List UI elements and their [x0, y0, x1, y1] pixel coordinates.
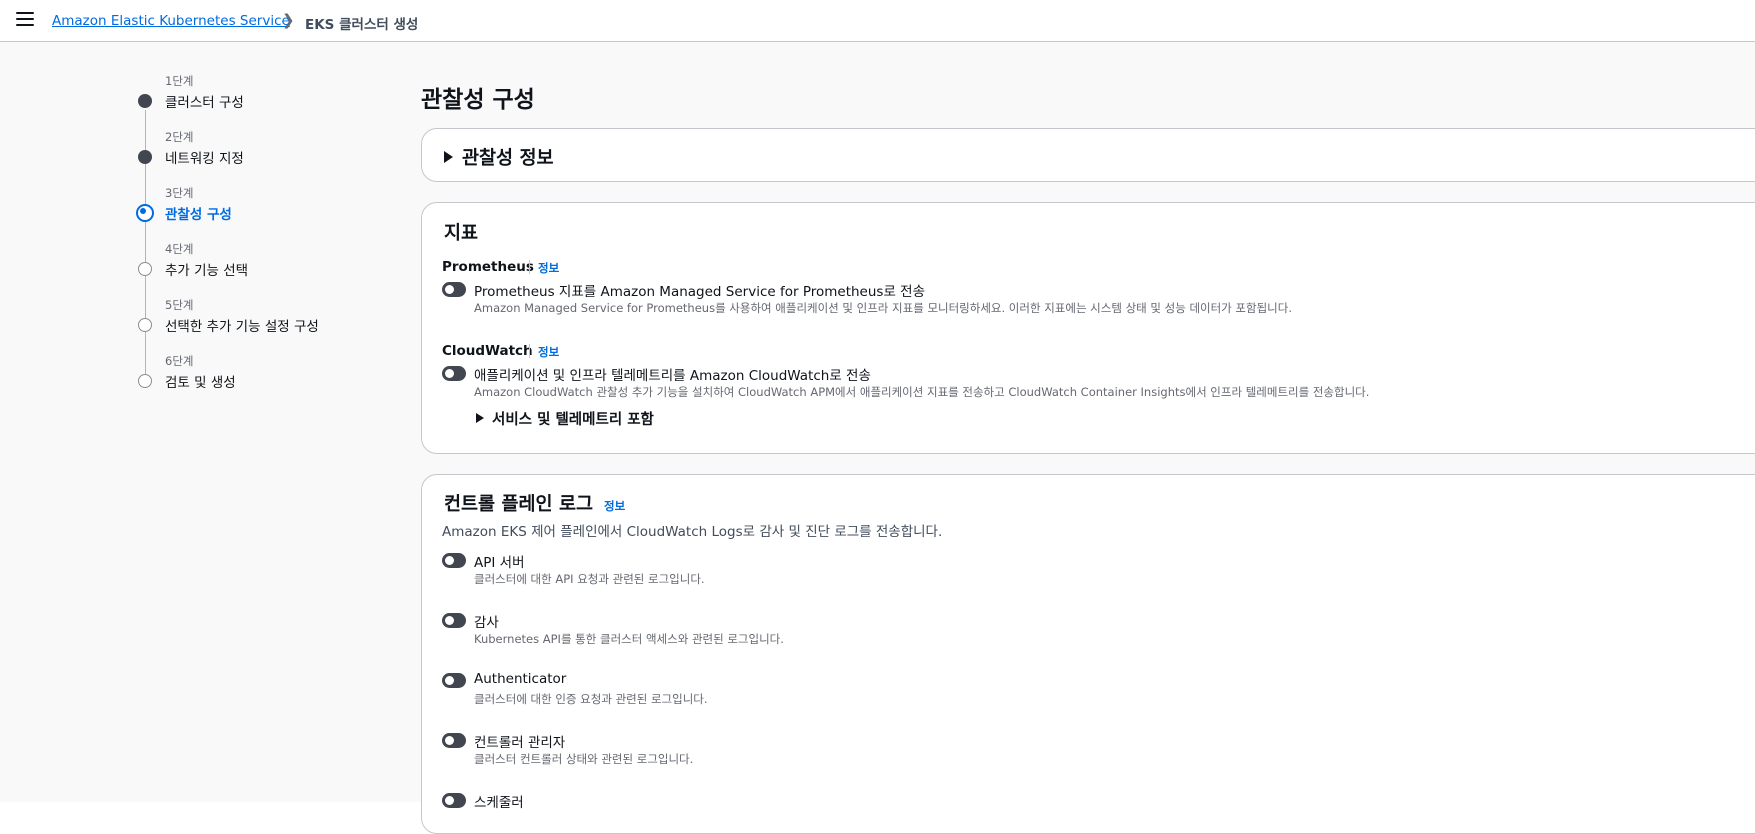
api-server-log-description: 클러스터에 대한 API 요청과 관련된 로그입니다.	[474, 572, 705, 586]
top-navigation-bar: Amazon Elastic Kubernetes Service ❯ EKS …	[0, 0, 1755, 42]
services-telemetry-expander[interactable]: 서비스 및 텔레메트리 포함	[476, 408, 654, 429]
chevron-right-icon: ❯	[282, 11, 295, 29]
scheduler-log-label[interactable]: 스케줄러	[474, 791, 524, 811]
control-plane-logs-title: 컨트롤 플레인 로그	[444, 494, 594, 515]
prometheus-label: Prometheus	[442, 259, 534, 275]
audit-log-label[interactable]: 감사	[474, 611, 499, 631]
controller-manager-log-toggle[interactable]	[442, 733, 466, 748]
step-number: 4단계	[165, 242, 194, 256]
cloudwatch-info-link[interactable]: 정보	[538, 344, 559, 360]
cloudwatch-label: CloudWatch	[442, 343, 533, 359]
breadcrumb-service-link[interactable]: Amazon Elastic Kubernetes Service	[52, 13, 290, 29]
step-number: 5단계	[165, 298, 194, 312]
metrics-panel: 지표 Prometheus 정보 Prometheus 지표를 Amazon M…	[421, 202, 1755, 454]
audit-log-toggle[interactable]	[442, 613, 466, 628]
caret-right-icon	[444, 151, 453, 163]
controller-manager-log-description: 클러스터 컨트롤러 상태와 관련된 로그입니다.	[474, 752, 694, 766]
metrics-title: 지표	[444, 223, 479, 244]
scheduler-log-toggle[interactable]	[442, 793, 466, 808]
observability-info-panel: 관찰성 정보	[421, 128, 1755, 182]
step-pending-icon	[138, 374, 152, 388]
audit-log-description: Kubernetes API를 통한 클러스터 액세스와 관련된 로그입니다.	[474, 632, 784, 646]
step-number: 1단계	[165, 74, 194, 88]
caret-right-icon	[476, 413, 484, 423]
step-number: 2단계	[165, 130, 194, 144]
menu-icon[interactable]	[16, 12, 34, 28]
page-title: 관찰성 구성	[421, 87, 535, 113]
authenticator-log-toggle[interactable]	[442, 673, 466, 688]
expander-title: 관찰성 정보	[462, 148, 554, 169]
cloudwatch-toggle-description: Amazon CloudWatch 관찰성 추가 기능을 설치하여 CloudW…	[474, 385, 1370, 399]
step-label: 검토 및 생성	[165, 375, 236, 391]
step-label: 추가 기능 선택	[165, 263, 249, 279]
divider	[529, 260, 530, 274]
step-label: 선택한 추가 기능 설정 구성	[165, 319, 319, 335]
observability-info-expander[interactable]: 관찰성 정보	[444, 144, 554, 170]
prometheus-toggle-label[interactable]: Prometheus 지표를 Amazon Managed Service fo…	[474, 280, 925, 300]
expander-title: 서비스 및 텔레메트리 포함	[492, 412, 654, 428]
control-plane-info-link[interactable]: 정보	[604, 498, 625, 514]
step-label[interactable]: 네트워킹 지정	[165, 147, 244, 167]
step-complete-icon	[138, 150, 152, 164]
step-number: 3단계	[165, 186, 194, 200]
step-pending-icon	[138, 262, 152, 276]
api-server-log-toggle[interactable]	[442, 553, 466, 568]
authenticator-log-description: 클러스터에 대한 인증 요청과 관련된 로그입니다.	[474, 692, 708, 706]
api-server-log-label[interactable]: API 서버	[474, 551, 525, 571]
prometheus-info-link[interactable]: 정보	[538, 260, 559, 276]
authenticator-log-label[interactable]: Authenticator	[474, 671, 566, 687]
step-number: 6단계	[165, 354, 194, 368]
step-pending-icon	[138, 318, 152, 332]
step-label: 관찰성 구성	[165, 207, 232, 223]
step-label[interactable]: 클러스터 구성	[165, 91, 244, 111]
divider	[529, 344, 530, 358]
cloudwatch-toggle-label[interactable]: 애플리케이션 및 인프라 텔레메트리를 Amazon CloudWatch로 전…	[474, 364, 871, 384]
breadcrumb-current: EKS 클러스터 생성	[305, 17, 419, 33]
control-plane-logs-description: Amazon EKS 제어 플레인에서 CloudWatch Logs로 감사 …	[442, 524, 943, 540]
step-complete-icon	[138, 94, 152, 108]
controller-manager-log-label[interactable]: 컨트롤러 관리자	[474, 731, 565, 751]
prometheus-toggle-description: Amazon Managed Service for Prometheus를 사…	[474, 301, 1292, 315]
prometheus-toggle[interactable]	[442, 282, 466, 297]
control-plane-logs-panel: 컨트롤 플레인 로그 정보 Amazon EKS 제어 플레인에서 CloudW…	[421, 474, 1755, 834]
cloudwatch-toggle[interactable]	[442, 366, 466, 381]
step-current-icon	[136, 204, 154, 222]
